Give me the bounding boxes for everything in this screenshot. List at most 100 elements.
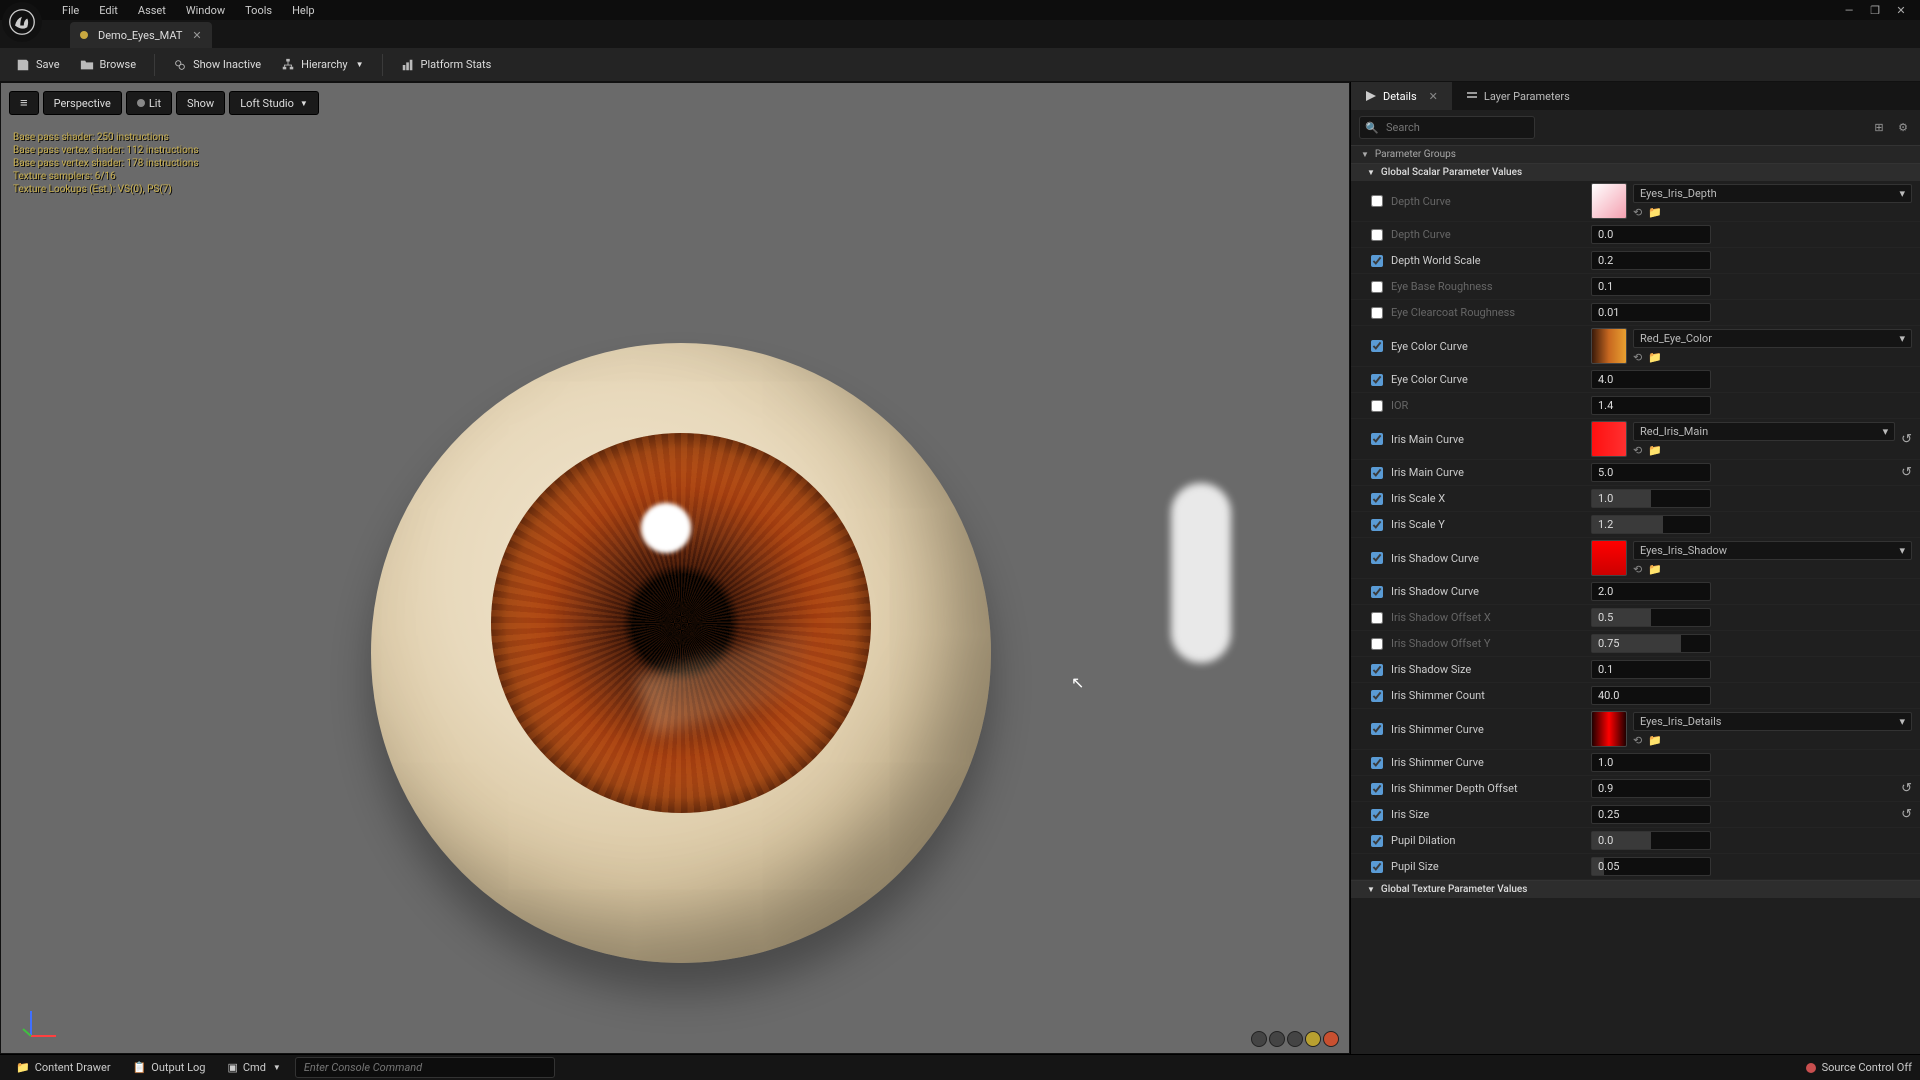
numeric-input[interactable]: 0.01 [1591,303,1711,322]
numeric-input[interactable]: 1.4 [1591,396,1711,415]
param-checkbox[interactable] [1371,400,1383,412]
show-button[interactable]: Show [176,91,225,115]
browse-asset-icon[interactable]: 📁 [1648,444,1662,457]
settings-button[interactable]: ⚙ [1894,119,1912,137]
global-scalar-header[interactable]: ▼Global Scalar Parameter Values [1351,163,1920,181]
param-checkbox[interactable] [1371,519,1383,531]
asset-dropdown[interactable]: Red_Eye_Color▾ [1633,329,1912,348]
numeric-input[interactable]: 4.0 [1591,370,1711,389]
viewport-mode-2[interactable] [1269,1031,1285,1047]
asset-swatch[interactable] [1591,328,1627,364]
search-input[interactable] [1359,116,1535,139]
numeric-input[interactable]: 0.0 [1591,225,1711,244]
param-checkbox[interactable] [1371,809,1383,821]
menu-tools[interactable]: Tools [235,2,282,19]
viewport-options-button[interactable] [9,91,39,115]
use-selected-icon[interactable]: ⟲ [1633,734,1642,747]
param-checkbox[interactable] [1371,586,1383,598]
numeric-input[interactable]: 0.75 [1591,634,1711,653]
numeric-input[interactable]: 1.0 [1591,753,1711,772]
param-checkbox[interactable] [1371,281,1383,293]
reset-button[interactable]: ↺ [1901,807,1912,822]
parameter-list[interactable]: Depth Curve Eyes_Iris_Depth▾ ⟲📁 Depth Cu… [1351,181,1920,1054]
param-checkbox[interactable] [1371,255,1383,267]
output-log-button[interactable]: 📋 Output Log [125,1059,214,1076]
use-selected-icon[interactable]: ⟲ [1633,351,1642,364]
viewport-mode-3[interactable] [1287,1031,1303,1047]
platform-stats-button[interactable]: Platform Stats [393,54,500,76]
asset-dropdown[interactable]: Eyes_Iris_Depth▾ [1633,184,1912,203]
viewport-mode-1[interactable] [1251,1031,1267,1047]
browse-button[interactable]: Browse [72,54,145,76]
asset-swatch[interactable] [1591,711,1627,747]
lit-button[interactable]: Lit [126,91,172,115]
param-checkbox[interactable] [1371,467,1383,479]
param-checkbox[interactable] [1371,493,1383,505]
viewport-mode-4[interactable] [1305,1031,1321,1047]
numeric-input[interactable]: 0.0 [1591,831,1711,850]
cmd-button[interactable]: ▣ Cmd ▼ [219,1059,288,1076]
asset-dropdown[interactable]: Eyes_Iris_Shadow▾ [1633,541,1912,560]
numeric-input[interactable]: 0.2 [1591,251,1711,270]
menu-asset[interactable]: Asset [128,2,176,19]
menu-window[interactable]: Window [176,2,235,19]
param-checkbox[interactable] [1371,690,1383,702]
param-checkbox[interactable] [1371,861,1383,873]
numeric-input[interactable]: 0.5 [1591,608,1711,627]
loft-studio-button[interactable]: Loft Studio▼ [229,91,319,115]
tab-details[interactable]: Details✕ [1351,82,1452,110]
use-selected-icon[interactable]: ⟲ [1633,444,1642,457]
browse-asset-icon[interactable]: 📁 [1648,206,1662,219]
param-checkbox[interactable] [1371,835,1383,847]
param-checkbox[interactable] [1371,757,1383,769]
menu-help[interactable]: Help [282,2,325,19]
numeric-input[interactable]: 0.25 [1591,805,1711,824]
numeric-input[interactable]: 1.0 [1591,489,1711,508]
tab-close-button[interactable]: ✕ [192,29,201,42]
browse-asset-icon[interactable]: 📁 [1648,563,1662,576]
use-selected-icon[interactable]: ⟲ [1633,563,1642,576]
console-input[interactable] [295,1057,555,1078]
document-tab[interactable]: Demo_Eyes_MAT ✕ [70,22,212,48]
source-control-button[interactable]: Source Control Off [1806,1061,1912,1074]
asset-swatch[interactable] [1591,421,1627,457]
perspective-button[interactable]: Perspective [43,91,122,115]
minimize-button[interactable]: — [1842,4,1856,17]
parameter-groups-header[interactable]: ▼Parameter Groups [1351,145,1920,163]
param-checkbox[interactable] [1371,552,1383,564]
asset-dropdown[interactable]: Eyes_Iris_Details▾ [1633,712,1912,731]
param-checkbox[interactable] [1371,195,1383,207]
content-drawer-button[interactable]: 📁 Content Drawer [8,1059,119,1076]
viewport-mode-5[interactable] [1323,1031,1339,1047]
viewport[interactable]: Perspective Lit Show Loft Studio▼ Base p… [0,82,1350,1054]
numeric-input[interactable]: 2.0 [1591,582,1711,601]
global-texture-header[interactable]: ▼Global Texture Parameter Values [1351,880,1920,898]
grid-view-button[interactable]: ⊞ [1870,119,1888,137]
use-selected-icon[interactable]: ⟲ [1633,206,1642,219]
param-checkbox[interactable] [1371,612,1383,624]
tab-layer-parameters[interactable]: Layer Parameters [1452,82,1584,110]
param-checkbox[interactable] [1371,723,1383,735]
param-checkbox[interactable] [1371,340,1383,352]
numeric-input[interactable]: 0.9 [1591,779,1711,798]
param-checkbox[interactable] [1371,433,1383,445]
hierarchy-button[interactable]: Hierarchy▼ [273,54,371,76]
param-checkbox[interactable] [1371,307,1383,319]
numeric-input[interactable]: 0.1 [1591,660,1711,679]
asset-dropdown[interactable]: Red_Iris_Main▾ [1633,422,1895,441]
reset-button[interactable]: ↺ [1901,432,1912,447]
numeric-input[interactable]: 40.0 [1591,686,1711,705]
browse-asset-icon[interactable]: 📁 [1648,734,1662,747]
axis-gizmo[interactable] [21,1001,61,1041]
param-checkbox[interactable] [1371,783,1383,795]
maximize-button[interactable]: ❐ [1868,4,1882,17]
app-logo[interactable] [2,2,42,42]
param-checkbox[interactable] [1371,638,1383,650]
menu-edit[interactable]: Edit [89,2,128,19]
numeric-input[interactable]: 5.0 [1591,463,1711,482]
param-checkbox[interactable] [1371,664,1383,676]
asset-swatch[interactable] [1591,540,1627,576]
reset-button[interactable]: ↺ [1901,781,1912,796]
reset-button[interactable]: ↺ [1901,465,1912,480]
param-checkbox[interactable] [1371,229,1383,241]
